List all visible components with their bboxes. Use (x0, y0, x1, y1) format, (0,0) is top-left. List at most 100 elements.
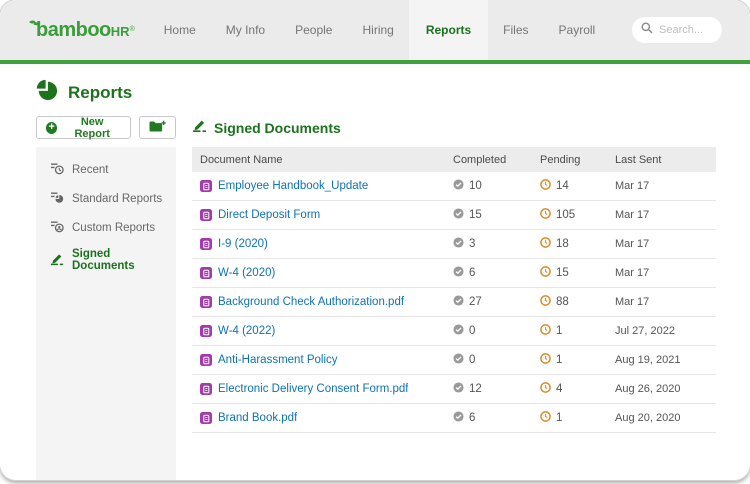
completed-count: 3 (469, 238, 476, 250)
bamboohr-logo[interactable]: bamboo HR ® (29, 19, 135, 41)
pending-count: 1 (556, 354, 563, 366)
last-sent-date: Jul 27, 2022 (615, 325, 675, 337)
pending-clock-icon (540, 237, 551, 251)
signature-icon (192, 118, 207, 138)
pending-count: 1 (556, 325, 563, 337)
completed-count: 10 (469, 180, 482, 192)
content-area: Reports + New Report Signed Documents Re… (0, 64, 750, 480)
document-icon (200, 325, 212, 337)
completed-check-icon (453, 295, 464, 309)
signed-documents-icon (50, 252, 64, 269)
nav-item-my-info[interactable]: My Info (211, 0, 280, 60)
table-header-row: Document Name Completed Pending Last Sen… (192, 147, 716, 172)
pending-count: 1 (556, 412, 563, 424)
last-sent-date: Mar 17 (615, 180, 650, 192)
document-link[interactable]: Electronic Delivery Consent Form.pdf (218, 383, 408, 395)
document-link[interactable]: W-4 (2020) (218, 267, 275, 279)
new-report-button[interactable]: + New Report (36, 115, 131, 140)
nav-item-people[interactable]: People (280, 0, 347, 60)
plus-icon: + (46, 121, 58, 134)
pending-count: 4 (556, 383, 563, 395)
completed-count: 27 (469, 296, 482, 308)
completed-check-icon (453, 382, 464, 396)
document-link[interactable]: Background Check Authorization.pdf (218, 296, 404, 308)
pending-clock-icon (540, 324, 551, 338)
document-icon (200, 238, 212, 250)
signed-documents-table: Document Name Completed Pending Last Sen… (192, 147, 716, 480)
completed-count: 6 (469, 267, 476, 279)
pending-count: 15 (556, 267, 569, 279)
document-link[interactable]: W-4 (2022) (218, 325, 275, 337)
completed-check-icon (453, 411, 464, 425)
main-nav: Home My Info People Hiring Reports Files… (149, 0, 610, 60)
pending-clock-icon (540, 266, 551, 280)
document-icon (200, 296, 212, 308)
sidebar-item-label: Custom Reports (72, 221, 156, 234)
pending-count: 14 (556, 180, 569, 192)
document-link[interactable]: Anti-Harassment Policy (218, 354, 338, 366)
document-link[interactable]: Brand Book.pdf (218, 412, 297, 424)
table-row: Direct Deposit Form 15 105 Mar 17 (192, 201, 716, 230)
sidebar-item-custom-reports[interactable]: Custom Reports (36, 213, 176, 242)
pending-clock-icon (540, 353, 551, 367)
document-icon (200, 354, 212, 366)
column-header-last-sent: Last Sent (615, 153, 662, 166)
table-row: I-9 (2020) 3 18 Mar 17 (192, 230, 716, 259)
main-row: Recent Standard Reports Custom Reports S… (36, 147, 750, 480)
table-row: W-4 (2020) 6 15 Mar 17 (192, 259, 716, 288)
nav-item-files[interactable]: Files (488, 0, 543, 60)
search-input[interactable] (659, 24, 719, 36)
nav-item-payroll[interactable]: Payroll (544, 0, 611, 60)
last-sent-date: Aug 19, 2021 (615, 354, 681, 366)
completed-count: 0 (469, 354, 476, 366)
page-title: Reports (68, 82, 133, 102)
nav-item-hiring[interactable]: Hiring (347, 0, 408, 60)
document-icon (200, 412, 212, 424)
pie-chart-icon (36, 79, 58, 106)
document-icon (200, 180, 212, 192)
last-sent-date: Aug 26, 2020 (615, 383, 681, 395)
recent-clock-icon (50, 161, 64, 178)
document-link[interactable]: I-9 (2020) (218, 238, 268, 250)
table-row: Brand Book.pdf 6 1 Aug 20, 2020 (192, 404, 716, 433)
toolbar: + New Report (36, 115, 176, 140)
completed-count: 6 (469, 412, 476, 424)
nav-item-home[interactable]: Home (149, 0, 211, 60)
last-sent-date: Aug 20, 2020 (615, 412, 681, 424)
completed-check-icon (453, 208, 464, 222)
document-icon (200, 267, 212, 279)
table-row: W-4 (2022) 0 1 Jul 27, 2022 (192, 317, 716, 346)
search-box[interactable] (632, 17, 722, 43)
sidebar-item-recent[interactable]: Recent (36, 155, 176, 184)
new-report-label: New Report (74, 115, 110, 140)
sidebar-item-standard-reports[interactable]: Standard Reports (36, 184, 176, 213)
section-title: Signed Documents (214, 119, 341, 136)
app-window: bamboo HR ® Home My Info People Hiring R… (0, 0, 750, 480)
completed-check-icon (453, 237, 464, 251)
logo-registered-mark: ® (129, 26, 135, 33)
pending-count: 105 (556, 209, 576, 221)
logo-text-hr: HR (110, 24, 130, 40)
logo-text-bamboo: bamboo (36, 19, 111, 41)
document-link[interactable]: Direct Deposit Form (218, 209, 320, 221)
new-folder-button[interactable] (139, 116, 176, 139)
pending-count: 18 (556, 238, 569, 250)
table-row: Electronic Delivery Consent Form.pdf 12 … (192, 375, 716, 404)
last-sent-date: Mar 17 (615, 296, 650, 308)
pending-clock-icon (540, 411, 551, 425)
completed-check-icon (453, 179, 464, 193)
last-sent-date: Mar 17 (615, 209, 650, 221)
page-header: Reports (36, 79, 750, 106)
pending-clock-icon (540, 179, 551, 193)
sidebar-item-signed-documents[interactable]: Signed Documents (36, 242, 176, 278)
last-sent-date: Mar 17 (615, 267, 650, 279)
document-link[interactable]: Employee Handbook_Update (218, 180, 368, 192)
completed-count: 15 (469, 209, 482, 221)
table-row: Anti-Harassment Policy 0 1 Aug 19, 2021 (192, 346, 716, 375)
search-icon (641, 21, 653, 39)
toolbar-row: + New Report Signed Documents (36, 115, 750, 140)
sidebar-item-label: Standard Reports (72, 192, 163, 205)
reports-sidebar: Recent Standard Reports Custom Reports S… (36, 147, 176, 480)
nav-item-reports[interactable]: Reports (408, 0, 489, 60)
last-sent-date: Mar 17 (615, 238, 650, 250)
